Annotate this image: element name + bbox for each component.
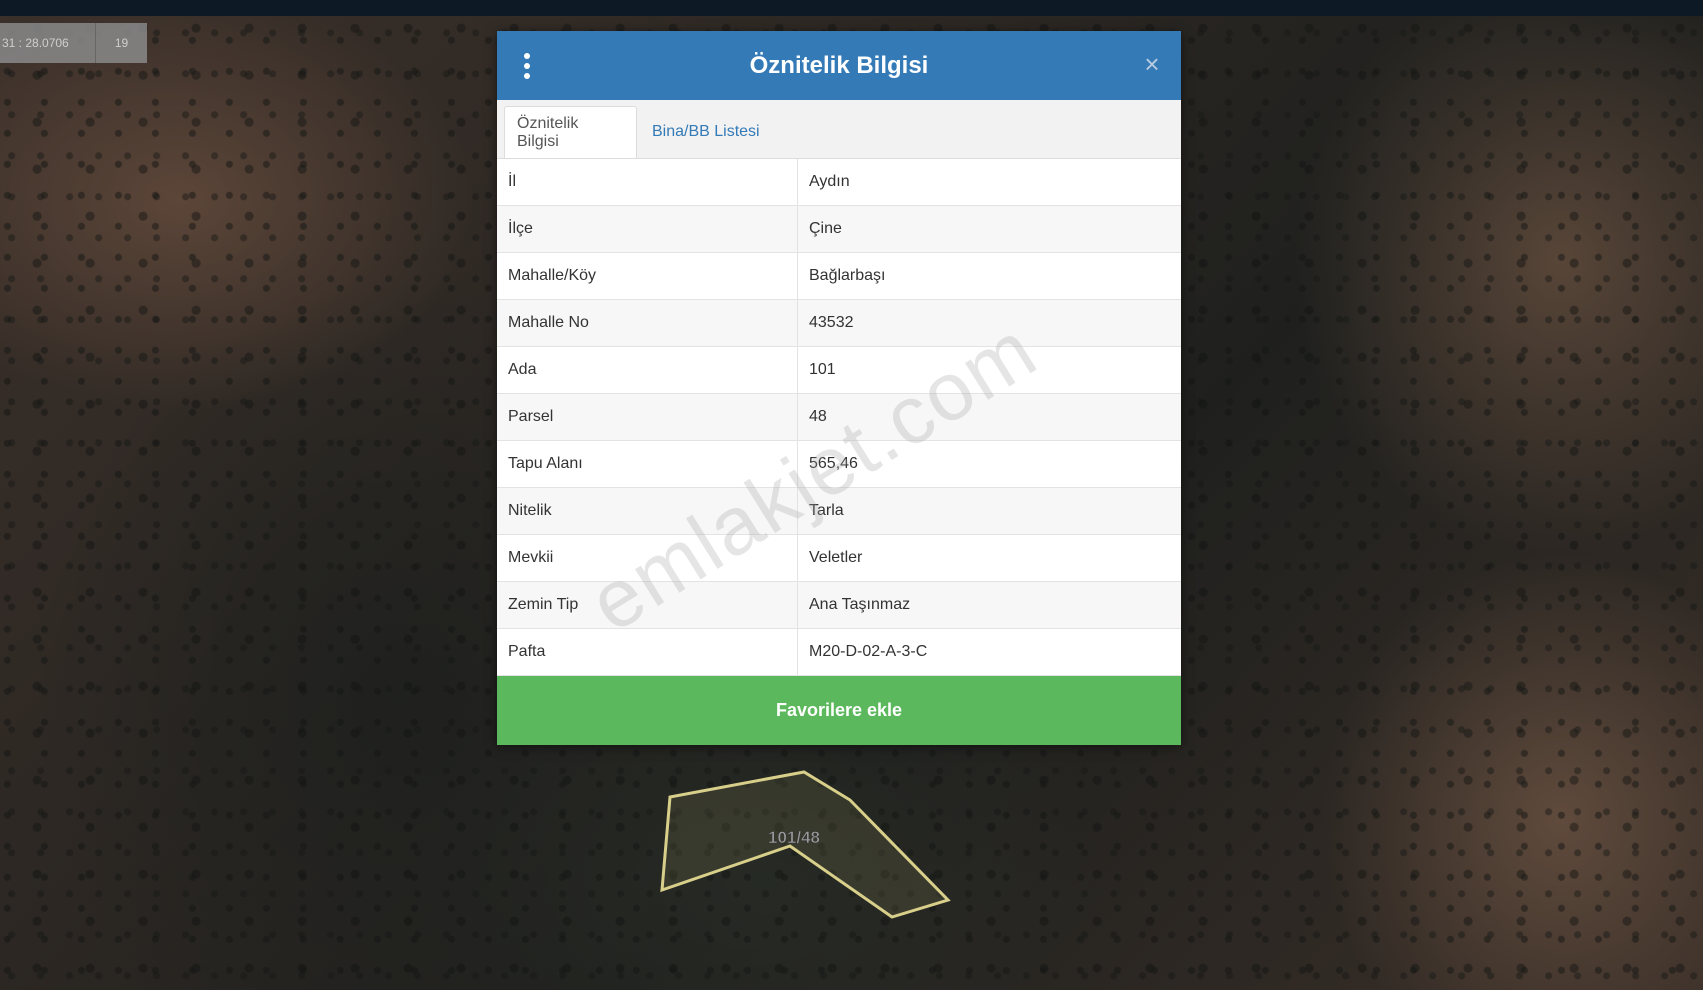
row-value: Ana Taşınmaz bbox=[797, 581, 1181, 629]
table-row: İlçe Çine bbox=[497, 205, 1181, 253]
row-value: M20-D-02-A-3-C bbox=[797, 628, 1181, 676]
table-row: Parsel 48 bbox=[497, 393, 1181, 441]
row-key: Mahalle No bbox=[497, 299, 798, 347]
table-row: Mevkii Veletler bbox=[497, 534, 1181, 582]
row-key: İl bbox=[497, 159, 798, 206]
table-row: Mahalle/Köy Bağlarbaşı bbox=[497, 252, 1181, 300]
dialog-header: Öznitelik Bilgisi × bbox=[497, 31, 1181, 100]
row-value: Çine bbox=[797, 205, 1181, 253]
attribute-dialog: Öznitelik Bilgisi × Öznitelik Bilgisi Bi… bbox=[497, 31, 1181, 745]
row-key: Tapu Alanı bbox=[497, 440, 798, 488]
row-value: Veletler bbox=[797, 534, 1181, 582]
row-key: Mahalle/Köy bbox=[497, 252, 798, 300]
row-key: Zemin Tip bbox=[497, 581, 798, 629]
row-value: Tarla bbox=[797, 487, 1181, 535]
table-row: Ada 101 bbox=[497, 346, 1181, 394]
row-key: Ada bbox=[497, 346, 798, 394]
row-key: Pafta bbox=[497, 628, 798, 676]
table-row: Tapu Alanı 565,46 bbox=[497, 440, 1181, 488]
vertical-dots-icon[interactable] bbox=[521, 53, 533, 79]
close-icon[interactable]: × bbox=[1139, 49, 1165, 79]
table-row: Nitelik Tarla bbox=[497, 487, 1181, 535]
row-value: Bağlarbaşı bbox=[797, 252, 1181, 300]
row-value: 48 bbox=[797, 393, 1181, 441]
tab-bina-bb-listesi[interactable]: Bina/BB Listesi bbox=[640, 106, 772, 158]
table-row: Zemin Tip Ana Taşınmaz bbox=[497, 581, 1181, 629]
row-value: 43532 bbox=[797, 299, 1181, 347]
add-to-favorites-button[interactable]: Favorilere ekle bbox=[497, 676, 1181, 745]
row-key: İlçe bbox=[497, 205, 798, 253]
row-value: 565,46 bbox=[797, 440, 1181, 488]
parcel-label: 101/48 bbox=[768, 828, 820, 847]
table-row: İl Aydın bbox=[497, 159, 1181, 206]
row-key: Nitelik bbox=[497, 487, 798, 535]
tab-oznitelik-bilgisi[interactable]: Öznitelik Bilgisi bbox=[504, 106, 637, 158]
table-row: Pafta M20-D-02-A-3-C bbox=[497, 628, 1181, 676]
attribute-table: İl Aydın İlçe Çine Mahalle/Köy Bağlarbaşı M… bbox=[497, 159, 1181, 676]
row-value: Aydın bbox=[797, 159, 1181, 206]
row-value: 101 bbox=[797, 346, 1181, 394]
row-key: Parsel bbox=[497, 393, 798, 441]
row-key: Mevkii bbox=[497, 534, 798, 582]
dialog-title: Öznitelik Bilgisi bbox=[749, 51, 929, 79]
table-row: Mahalle No 43532 bbox=[497, 299, 1181, 347]
tab-bar: Öznitelik Bilgisi Bina/BB Listesi bbox=[497, 100, 1181, 159]
